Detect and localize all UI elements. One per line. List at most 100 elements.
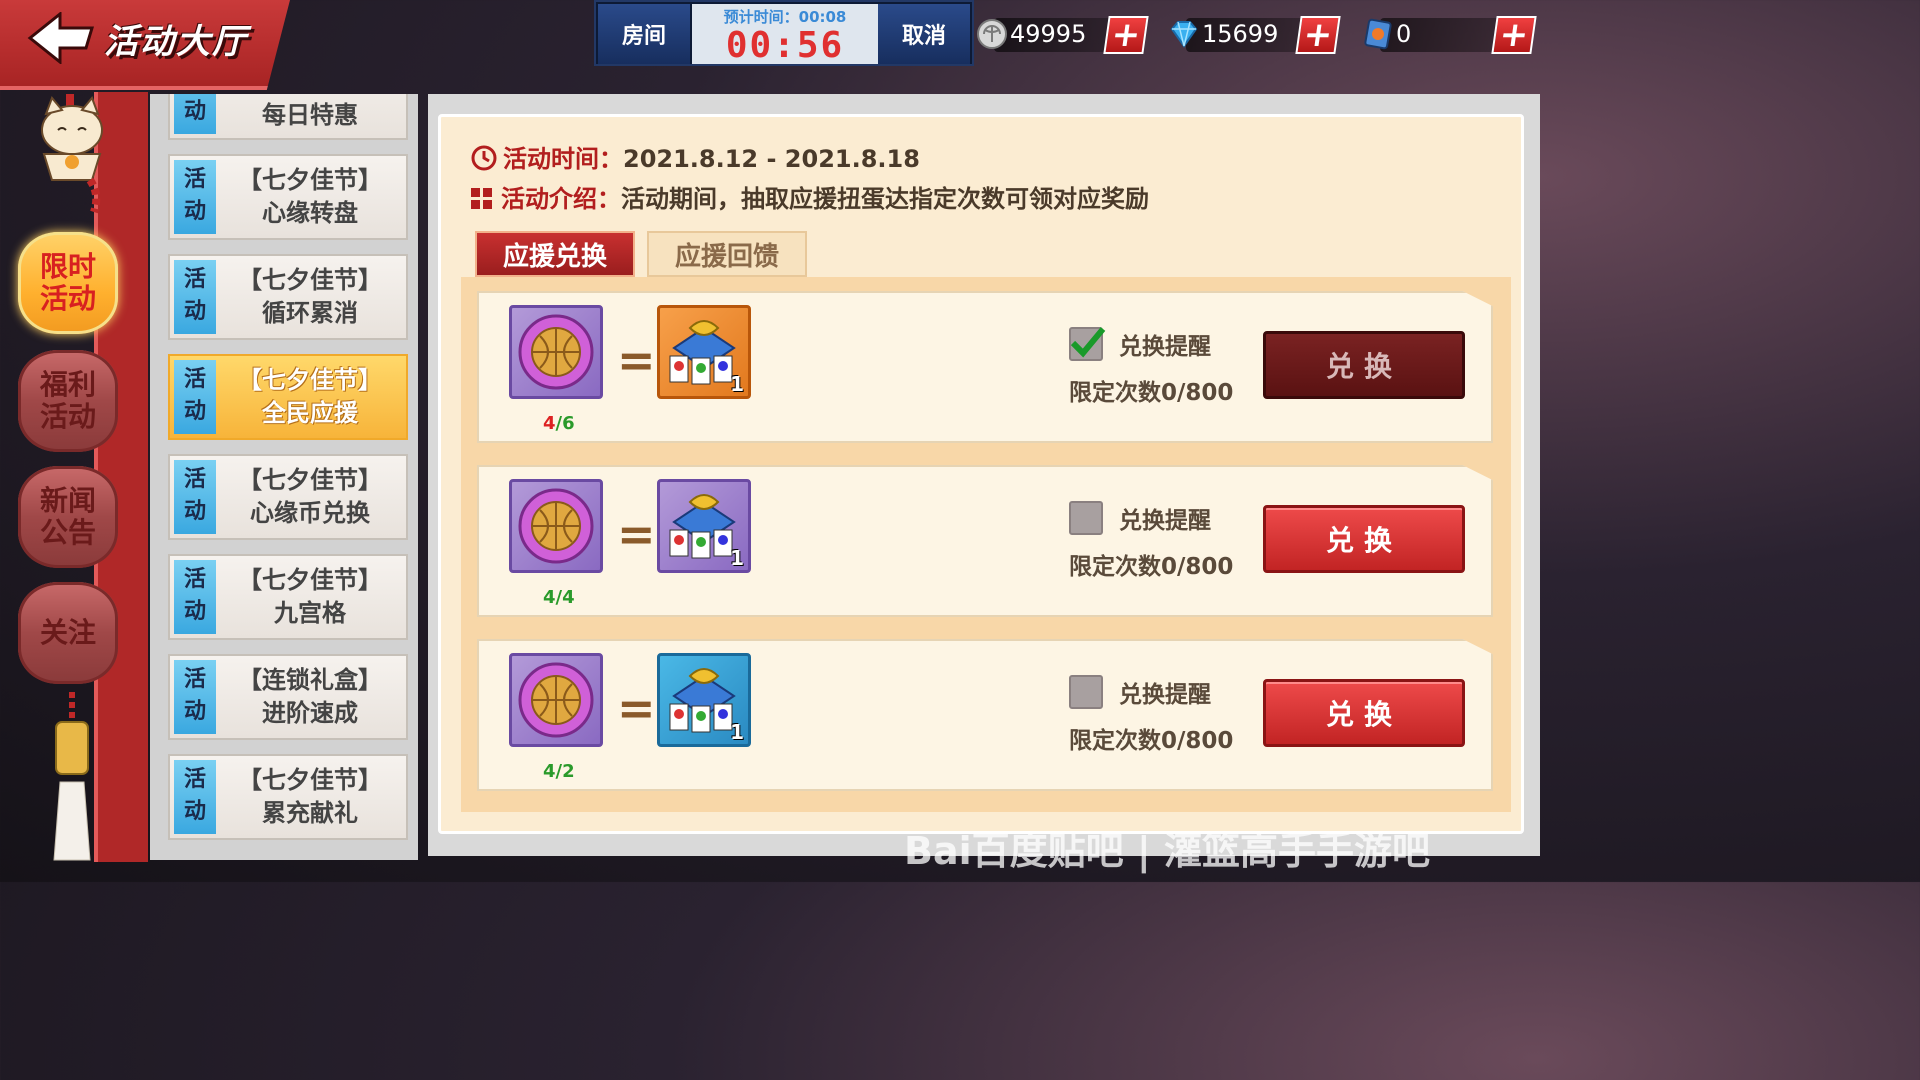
nav-label: 新闻 公告 xyxy=(39,484,96,549)
remind-checkbox[interactable] xyxy=(1069,501,1103,535)
cost-progress: 4/2 xyxy=(543,761,575,782)
event-time-value: 2021.8.12 - 2021.8.18 xyxy=(623,145,920,173)
activity-item[interactable]: 活 动 【七夕佳节】 累充献礼 xyxy=(168,754,408,840)
cost-have: 4 xyxy=(543,761,556,782)
activity-tag: 活 动 xyxy=(174,94,216,134)
basketball-token-icon xyxy=(518,314,594,390)
add-ticket-button[interactable]: + xyxy=(1491,15,1537,55)
activity-subtitle: 累充献礼 xyxy=(262,799,358,827)
event-detail-panel: 活动时间：2021.8.12 - 2021.8.18 活动介绍：活动期间，抽取应… xyxy=(438,114,1524,834)
remind-checkbox[interactable] xyxy=(1069,675,1103,709)
add-silver-button[interactable]: + xyxy=(1103,15,1149,55)
page-title: 活动大厅 xyxy=(104,22,248,62)
equals-sign: = xyxy=(617,333,656,387)
nav-welfare-events[interactable]: 福利 活动 xyxy=(18,350,118,452)
exchange-row: = 1 4/2 兑换提醒 限定次数0/800 兑换 xyxy=(477,639,1493,791)
event-detail-frame: 活动时间：2021.8.12 - 2021.8.18 活动介绍：活动期间，抽取应… xyxy=(428,94,1540,856)
remind-label: 兑换提醒 xyxy=(1119,508,1211,534)
ticket-card-icon xyxy=(1364,18,1392,50)
lucky-cat-mascot-icon xyxy=(41,94,103,214)
cancel-match-button[interactable]: 取消 xyxy=(878,4,970,64)
silver-coin-icon xyxy=(977,19,1007,49)
activity-item[interactable]: 活 动 【七夕佳节】 九宫格 xyxy=(168,554,408,640)
lantern-tassel-icon xyxy=(53,692,91,861)
cost-item-slot[interactable] xyxy=(509,479,603,573)
nav-follow[interactable]: 关注 xyxy=(18,582,118,684)
activity-item-selected[interactable]: 活 动 【七夕佳节】 全民应援 xyxy=(168,354,408,440)
activity-label: 【七夕佳节】 九宫格 xyxy=(218,556,402,638)
activity-title: 每日特惠 xyxy=(262,100,358,129)
exchange-list: = 1 4/6 兑换提醒 限定次数0/800 兑换 = 1 4/4 兑换提醒 限… xyxy=(461,277,1511,812)
matchmaking-panel: 房间 预计时间：00:08 00:56 取消 xyxy=(594,0,974,66)
event-intro-line: 活动介绍：活动期间，抽取应援扭蛋达指定次数可领对应奖励 xyxy=(471,179,1149,214)
limit-label: 限定次数0/800 xyxy=(1069,554,1234,580)
nav-news[interactable]: 新闻 公告 xyxy=(18,466,118,568)
exchange-row: = 1 4/4 兑换提醒 限定次数0/800 兑换 xyxy=(477,465,1493,617)
activity-label: 【七夕佳节】 累充献礼 xyxy=(218,756,402,838)
basketball-token-icon xyxy=(518,488,594,564)
remind-label: 兑换提醒 xyxy=(1119,334,1211,360)
exchange-button[interactable]: 兑换 xyxy=(1263,331,1465,399)
activity-label: 【七夕佳节】 心缘币兑换 xyxy=(218,456,402,538)
exchange-button[interactable]: 兑换 xyxy=(1263,505,1465,573)
activity-tag: 活 动 xyxy=(174,460,216,534)
activity-item[interactable]: 活 动 【连锁礼盒】 进阶速成 xyxy=(168,654,408,740)
activity-title: 【连锁礼盒】 xyxy=(238,666,382,694)
exchange-row: = 1 4/6 兑换提醒 限定次数0/800 兑换 xyxy=(477,291,1493,443)
activity-label: 每日特惠 xyxy=(218,94,402,138)
activity-title: 【七夕佳节】 xyxy=(238,166,382,194)
cost-item-slot[interactable] xyxy=(509,305,603,399)
diamond-icon xyxy=(1170,21,1198,48)
activity-title: 【七夕佳节】 xyxy=(238,366,382,394)
remind-label: 兑换提醒 xyxy=(1119,682,1211,708)
reward-count: 1 xyxy=(730,546,744,570)
activity-title: 【七夕佳节】 xyxy=(238,766,382,794)
activity-label: 【七夕佳节】 循环累消 xyxy=(218,256,402,338)
grid-icon xyxy=(471,188,492,209)
cost-have: 4 xyxy=(543,587,556,608)
activity-item[interactable]: 活 动 【七夕佳节】 心缘币兑换 xyxy=(168,454,408,540)
activity-subtitle: 循环累消 xyxy=(262,299,358,327)
activity-item[interactable]: 活 动 【七夕佳节】 心缘转盘 xyxy=(168,154,408,240)
reward-count: 1 xyxy=(730,720,744,744)
nav-label: 福利 活动 xyxy=(39,368,96,433)
back-arrow-icon[interactable] xyxy=(26,12,96,64)
cost-need: 6 xyxy=(562,413,575,434)
activity-subtitle: 全民应援 xyxy=(262,399,358,427)
activity-tag: 活 动 xyxy=(174,660,216,734)
cost-item-slot[interactable] xyxy=(509,653,603,747)
estimated-time: 预计时间：00:08 xyxy=(723,8,847,26)
silver-coin-value: 49995 xyxy=(1010,20,1087,48)
top-bar: 活动大厅 房间 预计时间：00:08 00:56 取消 49995 + 1569… xyxy=(0,0,1568,92)
checkmark-icon xyxy=(1070,327,1106,358)
reward-item-slot[interactable]: 1 xyxy=(657,653,751,747)
event-intro-value: 活动期间，抽取应援扭蛋达指定次数可领对应奖励 xyxy=(621,185,1149,213)
ticket-value: 0 xyxy=(1396,20,1412,48)
elapsed-timer: 00:56 xyxy=(725,25,845,66)
activity-item[interactable]: 活 动 每日特惠 xyxy=(168,94,408,140)
remind-checkbox[interactable] xyxy=(1069,327,1106,361)
add-diamond-button[interactable]: + xyxy=(1295,15,1341,55)
tab-support-exchange[interactable]: 应援兑换 xyxy=(475,231,635,277)
reward-item-slot[interactable]: 1 xyxy=(657,305,751,399)
activity-label: 【连锁礼盒】 进阶速成 xyxy=(218,656,402,738)
watermark: Bai百度贴吧 | 灌篮高手手游吧 xyxy=(904,829,1430,873)
reward-count: 1 xyxy=(730,372,744,396)
match-timer: 预计时间：00:08 00:56 xyxy=(692,4,878,66)
activity-label: 【七夕佳节】 全民应援 xyxy=(218,356,402,438)
nav-label: 限时 活动 xyxy=(39,250,96,315)
activity-tag: 活 动 xyxy=(174,260,216,334)
activity-list[interactable]: 活 动 每日特惠 活 动 【七夕佳节】 心缘转盘 活 动 【七夕佳节】 循环累消… xyxy=(150,94,418,860)
nav-limited-events[interactable]: 限时 活动 xyxy=(18,232,118,334)
tab-support-reward[interactable]: 应援回馈 xyxy=(647,231,807,277)
activity-item[interactable]: 活 动 【七夕佳节】 循环累消 xyxy=(168,254,408,340)
reward-item-slot[interactable]: 1 xyxy=(657,479,751,573)
cost-have: 4 xyxy=(543,413,556,434)
equals-sign: = xyxy=(617,507,656,561)
exchange-button[interactable]: 兑换 xyxy=(1263,679,1465,747)
limit-label: 限定次数0/800 xyxy=(1069,728,1234,754)
cost-need: 4 xyxy=(562,587,575,608)
nav-label: 关注 xyxy=(39,616,96,649)
room-button[interactable]: 房间 xyxy=(598,4,690,64)
activity-subtitle: 进阶速成 xyxy=(262,699,358,727)
